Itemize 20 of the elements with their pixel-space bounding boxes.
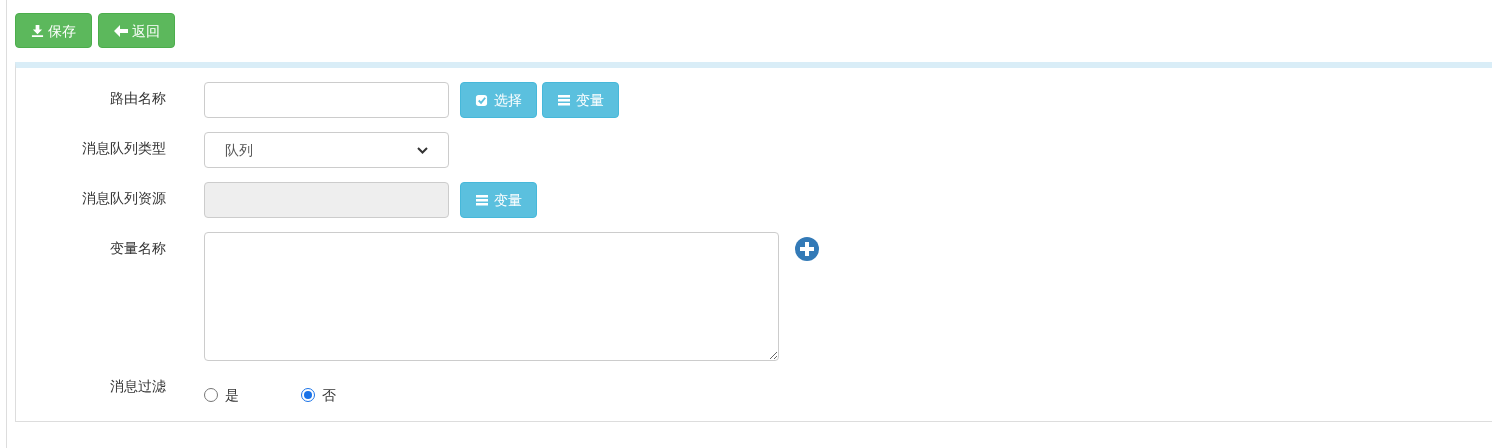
list-icon xyxy=(475,194,488,206)
left-arrow-icon xyxy=(113,24,128,37)
toolbar-button[interactable]: 保存 xyxy=(15,13,92,48)
radio-label: 是 xyxy=(225,386,239,405)
download-icon xyxy=(31,24,44,37)
chevron-down-icon xyxy=(417,146,428,154)
field-label: 路由名称 xyxy=(109,89,166,108)
field-label: 变量名称 xyxy=(109,239,166,258)
checkbox-icon xyxy=(475,93,488,107)
info-button[interactable]: 选择 xyxy=(460,82,537,118)
info-button[interactable]: 变量 xyxy=(542,82,619,118)
plus-circle-icon[interactable] xyxy=(795,237,819,261)
field-label: 消息队列资源 xyxy=(81,189,166,208)
field-label: 消息过滤 xyxy=(109,377,166,396)
text-field[interactable] xyxy=(204,82,449,118)
list-icon xyxy=(557,94,570,106)
toolbar-button[interactable]: 返回 xyxy=(98,13,175,48)
select-field[interactable]: 队列 xyxy=(204,132,449,168)
field-label: 消息队列类型 xyxy=(81,139,166,158)
radio-label: 否 xyxy=(322,386,336,405)
